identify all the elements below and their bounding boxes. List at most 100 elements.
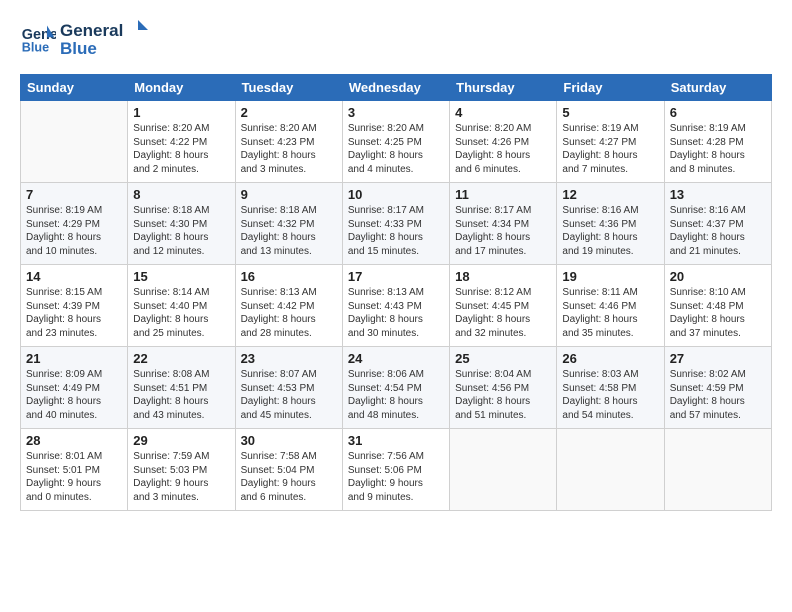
cell-text-line: Sunrise: 8:15 AM xyxy=(26,286,122,300)
day-number: 29 xyxy=(133,433,229,448)
calendar-cell: 3Sunrise: 8:20 AMSunset: 4:25 PMDaylight… xyxy=(342,101,449,183)
day-number: 4 xyxy=(455,105,551,120)
cell-text-line: Sunset: 4:23 PM xyxy=(241,136,337,150)
cell-text-line: and 51 minutes. xyxy=(455,409,551,423)
cell-text-line: and 7 minutes. xyxy=(562,163,658,177)
cell-text-line: Daylight: 8 hours xyxy=(455,395,551,409)
weekday-header-sunday: Sunday xyxy=(21,75,128,101)
weekday-header-monday: Monday xyxy=(128,75,235,101)
cell-text-line: Sunrise: 8:10 AM xyxy=(670,286,766,300)
cell-text-line: and 17 minutes. xyxy=(455,245,551,259)
calendar-cell: 7Sunrise: 8:19 AMSunset: 4:29 PMDaylight… xyxy=(21,183,128,265)
day-number: 10 xyxy=(348,187,444,202)
cell-text-line: and 37 minutes. xyxy=(670,327,766,341)
weekday-header-tuesday: Tuesday xyxy=(235,75,342,101)
cell-text-line: Sunrise: 8:20 AM xyxy=(455,122,551,136)
cell-text-line: Sunset: 4:40 PM xyxy=(133,300,229,314)
cell-text-line: Sunrise: 8:13 AM xyxy=(241,286,337,300)
calendar-cell: 20Sunrise: 8:10 AMSunset: 4:48 PMDayligh… xyxy=(664,265,771,347)
cell-text-line: Daylight: 8 hours xyxy=(26,313,122,327)
calendar-cell: 21Sunrise: 8:09 AMSunset: 4:49 PMDayligh… xyxy=(21,347,128,429)
day-number: 2 xyxy=(241,105,337,120)
day-number: 27 xyxy=(670,351,766,366)
day-number: 20 xyxy=(670,269,766,284)
cell-text-line: Daylight: 8 hours xyxy=(241,395,337,409)
calendar-cell xyxy=(21,101,128,183)
weekday-header-thursday: Thursday xyxy=(450,75,557,101)
calendar-cell: 28Sunrise: 8:01 AMSunset: 5:01 PMDayligh… xyxy=(21,429,128,511)
cell-text-line: Sunrise: 8:17 AM xyxy=(348,204,444,218)
cell-text-line: Sunrise: 8:19 AM xyxy=(562,122,658,136)
day-number: 9 xyxy=(241,187,337,202)
cell-text-line: Sunset: 4:32 PM xyxy=(241,218,337,232)
weekday-header-saturday: Saturday xyxy=(664,75,771,101)
cell-text-line: Sunrise: 8:11 AM xyxy=(562,286,658,300)
cell-text-line: Sunset: 5:06 PM xyxy=(348,464,444,478)
week-row-5: 28Sunrise: 8:01 AMSunset: 5:01 PMDayligh… xyxy=(21,429,772,511)
cell-text-line: Daylight: 8 hours xyxy=(562,231,658,245)
day-number: 8 xyxy=(133,187,229,202)
calendar-cell: 29Sunrise: 7:59 AMSunset: 5:03 PMDayligh… xyxy=(128,429,235,511)
week-row-2: 7Sunrise: 8:19 AMSunset: 4:29 PMDaylight… xyxy=(21,183,772,265)
cell-text-line: Sunset: 5:04 PM xyxy=(241,464,337,478)
cell-text-line: and 45 minutes. xyxy=(241,409,337,423)
calendar-cell: 25Sunrise: 8:04 AMSunset: 4:56 PMDayligh… xyxy=(450,347,557,429)
cell-text-line: Daylight: 8 hours xyxy=(26,231,122,245)
cell-text-line: and 12 minutes. xyxy=(133,245,229,259)
cell-text-line: Sunset: 4:58 PM xyxy=(562,382,658,396)
calendar-cell: 13Sunrise: 8:16 AMSunset: 4:37 PMDayligh… xyxy=(664,183,771,265)
cell-text-line: Daylight: 8 hours xyxy=(670,149,766,163)
cell-text-line: Sunset: 4:45 PM xyxy=(455,300,551,314)
cell-text-line: Daylight: 8 hours xyxy=(670,231,766,245)
cell-text-line: and 3 minutes. xyxy=(133,491,229,505)
cell-text-line: Sunrise: 8:06 AM xyxy=(348,368,444,382)
day-number: 17 xyxy=(348,269,444,284)
cell-text-line: Daylight: 8 hours xyxy=(133,149,229,163)
cell-text-line: Sunrise: 8:04 AM xyxy=(455,368,551,382)
day-number: 28 xyxy=(26,433,122,448)
day-number: 24 xyxy=(348,351,444,366)
calendar-cell: 31Sunrise: 7:56 AMSunset: 5:06 PMDayligh… xyxy=(342,429,449,511)
cell-text-line: Sunrise: 8:01 AM xyxy=(26,450,122,464)
cell-text-line: Daylight: 8 hours xyxy=(455,313,551,327)
cell-text-line: Sunset: 4:54 PM xyxy=(348,382,444,396)
cell-text-line: Daylight: 8 hours xyxy=(348,149,444,163)
cell-text-line: Sunset: 4:34 PM xyxy=(455,218,551,232)
cell-text-line: and 4 minutes. xyxy=(348,163,444,177)
cell-text-line: and 3 minutes. xyxy=(241,163,337,177)
cell-text-line: Sunset: 4:36 PM xyxy=(562,218,658,232)
cell-text-line: Daylight: 8 hours xyxy=(348,313,444,327)
cell-text-line: and 6 minutes. xyxy=(241,491,337,505)
cell-text-line: and 32 minutes. xyxy=(455,327,551,341)
day-number: 6 xyxy=(670,105,766,120)
calendar-cell: 9Sunrise: 8:18 AMSunset: 4:32 PMDaylight… xyxy=(235,183,342,265)
calendar-cell: 23Sunrise: 8:07 AMSunset: 4:53 PMDayligh… xyxy=(235,347,342,429)
cell-text-line: Daylight: 8 hours xyxy=(133,231,229,245)
cell-text-line: Sunrise: 8:20 AM xyxy=(133,122,229,136)
day-number: 12 xyxy=(562,187,658,202)
header: General Blue General Blue xyxy=(20,18,772,60)
cell-text-line: Sunrise: 8:20 AM xyxy=(241,122,337,136)
cell-text-line: Sunset: 4:25 PM xyxy=(348,136,444,150)
cell-text-line: Sunset: 4:37 PM xyxy=(670,218,766,232)
weekday-header-friday: Friday xyxy=(557,75,664,101)
cell-text-line: Sunrise: 8:03 AM xyxy=(562,368,658,382)
calendar-cell xyxy=(557,429,664,511)
cell-text-line: Sunrise: 8:02 AM xyxy=(670,368,766,382)
cell-text-line: Sunrise: 8:17 AM xyxy=(455,204,551,218)
calendar-cell: 4Sunrise: 8:20 AMSunset: 4:26 PMDaylight… xyxy=(450,101,557,183)
svg-text:Blue: Blue xyxy=(22,41,49,55)
cell-text-line: and 40 minutes. xyxy=(26,409,122,423)
cell-text-line: and 8 minutes. xyxy=(670,163,766,177)
cell-text-line: Daylight: 8 hours xyxy=(348,395,444,409)
cell-text-line: Daylight: 8 hours xyxy=(348,231,444,245)
day-number: 23 xyxy=(241,351,337,366)
cell-text-line: and 2 minutes. xyxy=(133,163,229,177)
cell-text-line: Daylight: 9 hours xyxy=(241,477,337,491)
cell-text-line: Sunset: 4:46 PM xyxy=(562,300,658,314)
calendar-cell: 10Sunrise: 8:17 AMSunset: 4:33 PMDayligh… xyxy=(342,183,449,265)
cell-text-line: Daylight: 8 hours xyxy=(133,395,229,409)
cell-text-line: Sunset: 4:29 PM xyxy=(26,218,122,232)
calendar-cell: 26Sunrise: 8:03 AMSunset: 4:58 PMDayligh… xyxy=(557,347,664,429)
cell-text-line: Sunset: 4:49 PM xyxy=(26,382,122,396)
